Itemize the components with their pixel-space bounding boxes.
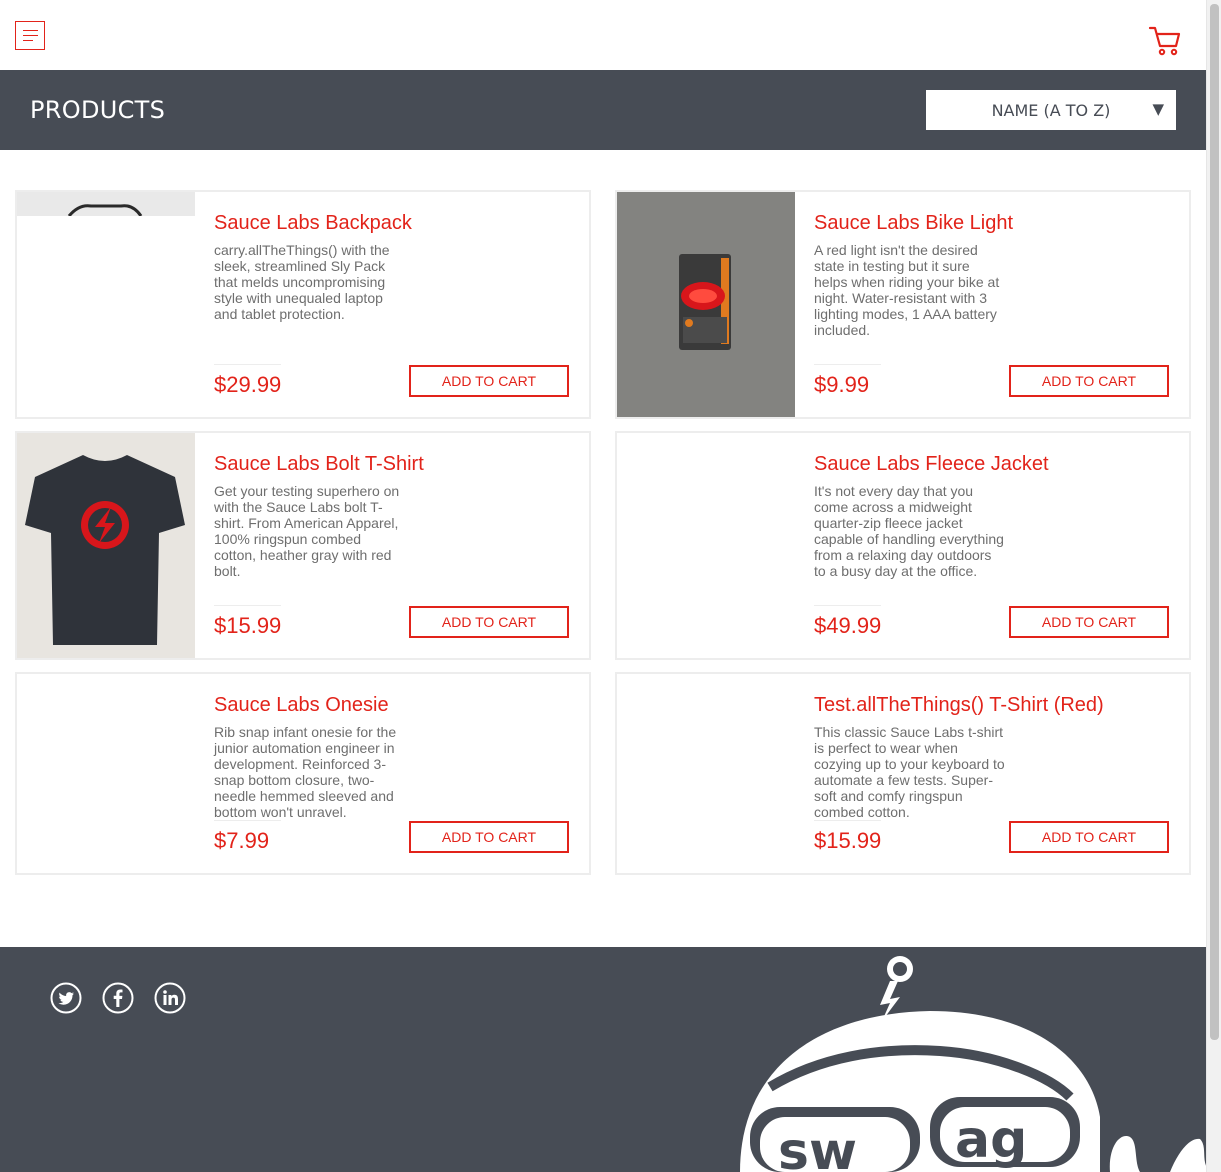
inventory-item: Sauce Labs Fleece Jacket It's not every … bbox=[615, 431, 1191, 660]
product-price: $29.99 bbox=[214, 372, 282, 397]
inventory-item: Test.allTheThings() T-Shirt (Red) This c… bbox=[615, 672, 1191, 875]
product-image[interactable] bbox=[17, 192, 195, 417]
linkedin-icon bbox=[154, 982, 186, 1014]
product-name[interactable]: Sauce Labs Fleece Jacket bbox=[814, 453, 1049, 476]
add-to-cart-button[interactable]: ADD TO CART bbox=[409, 606, 569, 638]
vertical-scrollbar[interactable] bbox=[1206, 0, 1221, 1172]
product-name[interactable]: Sauce Labs Onesie bbox=[214, 694, 389, 717]
product-description: It's not every day that you come across … bbox=[814, 483, 1004, 579]
shopping-cart-link[interactable] bbox=[1148, 24, 1182, 56]
scrollbar-thumb[interactable] bbox=[1210, 4, 1219, 1040]
product-image[interactable] bbox=[17, 433, 195, 658]
product-name[interactable]: Sauce Labs Bike Light bbox=[814, 212, 1013, 235]
product-image[interactable] bbox=[617, 192, 795, 417]
add-to-cart-button[interactable]: ADD TO CART bbox=[409, 365, 569, 397]
price-divider bbox=[214, 820, 281, 821]
product-price: $49.99 bbox=[814, 613, 882, 638]
inventory-item: Sauce Labs Onesie Rib snap infant onesie… bbox=[15, 672, 591, 875]
price-divider bbox=[814, 605, 881, 606]
inventory-item: Sauce Labs Bolt T-Shirt Get your testing… bbox=[15, 431, 591, 660]
add-to-cart-button[interactable]: ADD TO CART bbox=[1009, 821, 1169, 853]
product-price: $9.99 bbox=[814, 372, 870, 397]
page-title: PRODUCTS bbox=[30, 96, 166, 124]
product-description: This classic Sauce Labs t-shirt is perfe… bbox=[814, 724, 1005, 820]
logo-text-ag: ag bbox=[955, 1110, 1027, 1170]
products-header: PRODUCTS NAME (A TO Z) ▼ bbox=[0, 70, 1206, 150]
swag-robot-logo: sw ag bbox=[740, 956, 1206, 1172]
top-bar bbox=[0, 0, 1206, 70]
product-name[interactable]: Test.allTheThings() T-Shirt (Red) bbox=[814, 694, 1104, 717]
inventory-item: Sauce Labs Bike Light A red light isn't … bbox=[615, 190, 1191, 419]
product-price: $15.99 bbox=[214, 613, 282, 638]
bolt-tshirt-image bbox=[17, 433, 195, 658]
bike-light-image bbox=[617, 192, 795, 417]
product-price: $15.99 bbox=[814, 828, 882, 853]
product-name[interactable]: Sauce Labs Bolt T-Shirt bbox=[214, 453, 424, 476]
chevron-down-icon: ▼ bbox=[1152, 100, 1164, 118]
add-to-cart-button[interactable]: ADD TO CART bbox=[1009, 606, 1169, 638]
price-divider bbox=[814, 364, 881, 365]
cart-icon bbox=[1148, 26, 1181, 56]
product-description: Get your testing superhero on with the S… bbox=[214, 483, 400, 579]
product-image[interactable] bbox=[617, 433, 795, 658]
footer: sw ag bbox=[0, 947, 1206, 1172]
menu-icon-line-3 bbox=[23, 40, 33, 41]
facebook-link[interactable] bbox=[102, 982, 134, 1014]
product-description: carry.allTheThings() with the sleek, str… bbox=[214, 242, 390, 322]
add-to-cart-button[interactable]: ADD TO CART bbox=[1009, 365, 1169, 397]
logo-text-sw: sw bbox=[778, 1122, 857, 1172]
sort-selected-value: NAME (A TO Z) bbox=[991, 101, 1111, 120]
facebook-icon bbox=[102, 982, 134, 1014]
product-name[interactable]: Sauce Labs Backpack bbox=[214, 212, 412, 235]
price-divider bbox=[214, 364, 281, 365]
add-to-cart-button[interactable]: ADD TO CART bbox=[409, 821, 569, 853]
menu-button[interactable] bbox=[15, 21, 45, 50]
page: PRODUCTS NAME (A TO Z) ▼ Sauce Labs Back… bbox=[0, 0, 1206, 1172]
product-image[interactable] bbox=[617, 674, 795, 873]
twitter-icon bbox=[50, 982, 82, 1014]
twitter-link[interactable] bbox=[50, 982, 82, 1014]
product-image[interactable] bbox=[17, 674, 195, 873]
product-description: A red light isn't the desired state in t… bbox=[814, 242, 1000, 338]
linkedin-link[interactable] bbox=[154, 982, 186, 1014]
menu-icon-line-1 bbox=[23, 30, 38, 31]
product-price: $7.99 bbox=[214, 828, 270, 853]
inventory-item: Sauce Labs Backpack carry.allTheThings()… bbox=[15, 190, 591, 419]
product-description: Rib snap infant onesie for the junior au… bbox=[214, 724, 397, 820]
sort-select[interactable]: NAME (A TO Z) ▼ bbox=[926, 90, 1176, 130]
backpack-image bbox=[17, 192, 195, 417]
menu-icon-line-2 bbox=[23, 35, 38, 36]
price-divider bbox=[814, 820, 881, 821]
price-divider bbox=[214, 605, 281, 606]
